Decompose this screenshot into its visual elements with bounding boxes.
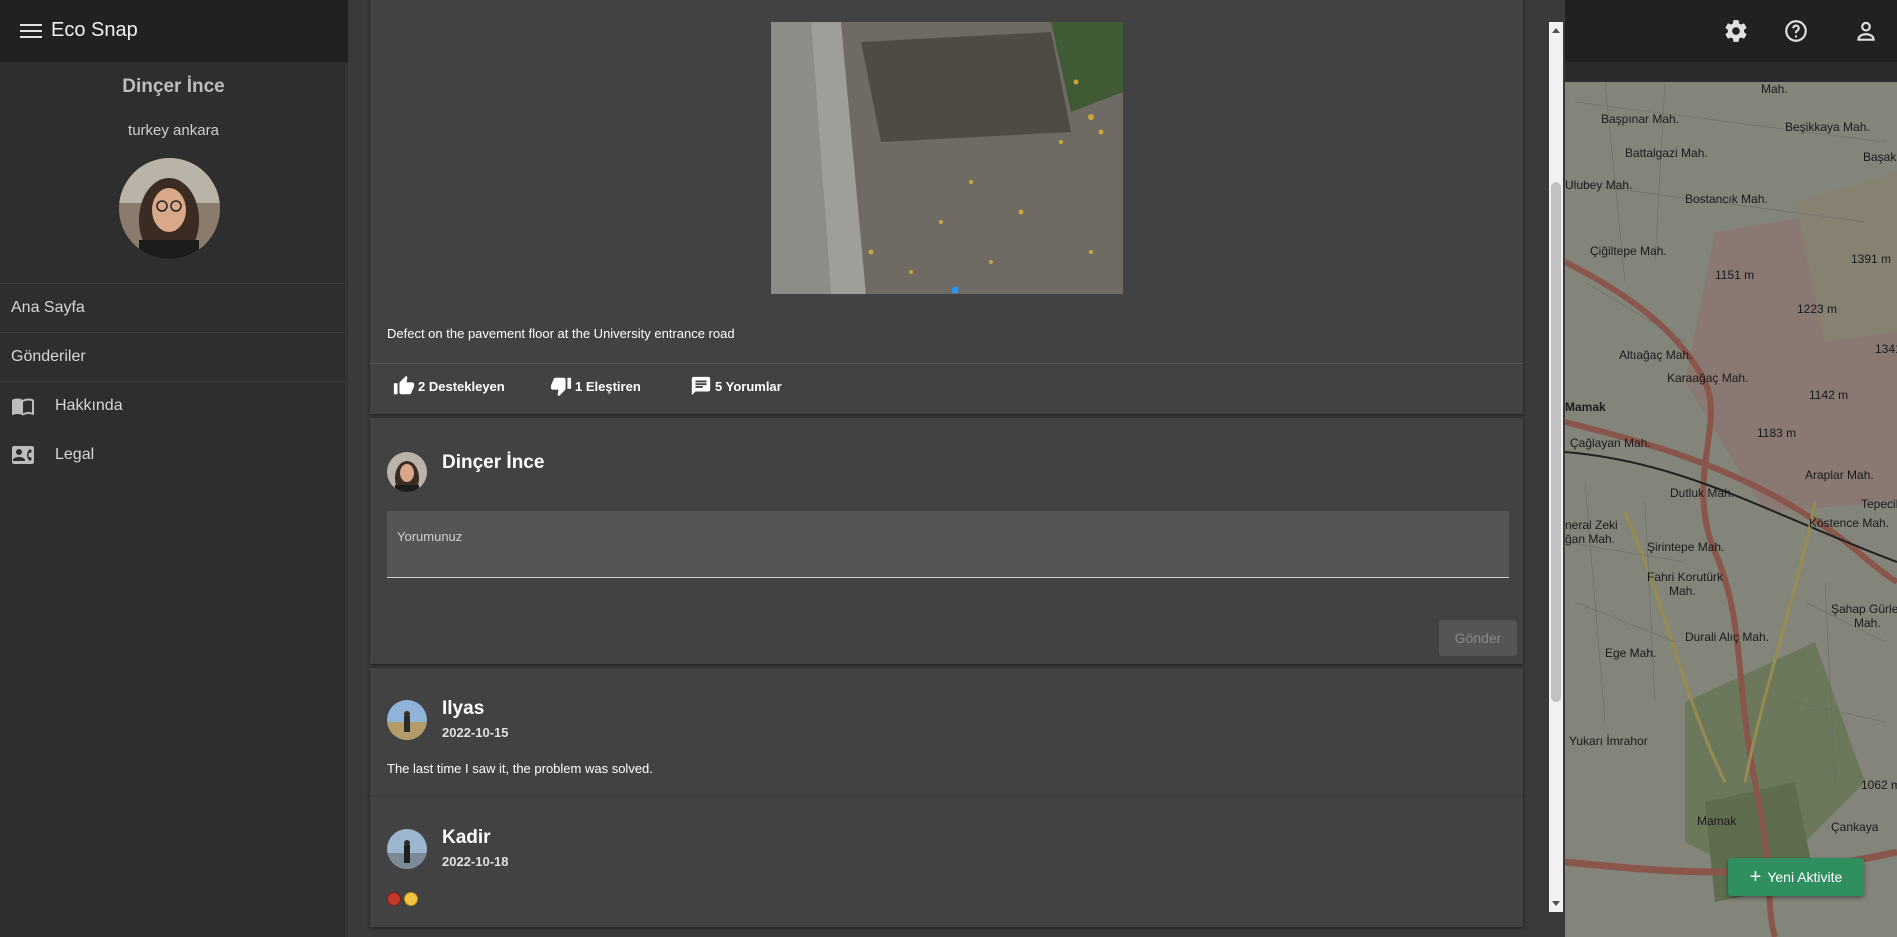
thumbs-down-icon [550, 377, 572, 397]
sidebar-item-about[interactable]: Hakkında [0, 381, 347, 430]
map-overlay [1565, 82, 1897, 937]
avatar [387, 452, 427, 492]
new-activity-label: Yeni Aktivite [1767, 869, 1843, 885]
profile-avatar [119, 158, 220, 259]
sidebar-item-label: Hakkında [55, 397, 123, 414]
divider [370, 363, 1523, 364]
post-card: Defect on the pavement floor at the Univ… [370, 0, 1523, 414]
plus-icon: + [1749, 865, 1762, 888]
comment-date: 2022-10-18 [442, 854, 509, 869]
account-icon[interactable] [1853, 18, 1879, 44]
comment-item: Ilyas 2022-10-15 The last time I saw it,… [370, 668, 1523, 798]
comment-compose-card: Dinçer İnce Gönder [370, 418, 1523, 664]
angry-face-emoji [387, 891, 401, 906]
compose-user-name: Dinçer İnce [442, 452, 545, 473]
thumbs-up-icon [393, 375, 415, 395]
scroll-down-icon[interactable] [1552, 901, 1560, 906]
criticize-button[interactable]: 1 Eleştiren [550, 371, 641, 401]
map[interactable]: Mah. Başpınar Mah. Beşikkaya Mah. Battal… [1565, 82, 1897, 937]
profile-name: Dinçer İnce [122, 76, 225, 97]
help-icon[interactable] [1783, 18, 1809, 44]
support-count: 2 Destekleyen [418, 378, 505, 394]
dialog-scrollbar[interactable] [1549, 22, 1563, 912]
support-button[interactable]: 2 Destekleyen [393, 371, 505, 401]
comment-text: The last time I saw it, the problem was … [387, 761, 653, 776]
comments-count: 5 Yorumlar [715, 378, 782, 394]
post-description: Defect on the pavement floor at the Univ… [387, 326, 735, 341]
app-title: Eco Snap [51, 19, 138, 41]
avatar [387, 829, 427, 869]
comment-field[interactable] [387, 511, 1509, 578]
frowning-face-emoji [404, 891, 418, 906]
comment-date: 2022-10-15 [442, 725, 509, 740]
scroll-thumb[interactable] [1551, 182, 1561, 702]
scroll-up-icon[interactable] [1552, 28, 1560, 33]
comment-input[interactable] [387, 511, 1509, 577]
comment-item: Kadir 2022-10-18 [370, 797, 1523, 927]
menu-icon[interactable] [20, 20, 42, 42]
sidebar-item-label: Legal [55, 445, 95, 463]
sidebar-item-label: Gönderiler [11, 348, 86, 365]
sidebar-item-legal[interactable]: Legal [0, 430, 347, 479]
settings-icon[interactable] [1723, 18, 1749, 44]
contact-card-icon [12, 445, 34, 464]
comments-button[interactable]: 5 Yorumlar [690, 371, 782, 401]
comment-text [387, 890, 421, 906]
sidebar-item-label: Ana Sayfa [11, 299, 85, 316]
comment-author: Kadir [442, 827, 491, 848]
sidebar-item-home[interactable]: Ana Sayfa [0, 283, 347, 332]
avatar [387, 700, 427, 740]
send-button[interactable]: Gönder [1439, 620, 1517, 656]
post-photo [771, 22, 1123, 294]
new-activity-button[interactable]: + Yeni Aktivite [1728, 858, 1864, 896]
sidebar-item-posts[interactable]: Gönderiler [0, 332, 347, 381]
profile-location: turkey ankara [128, 122, 219, 139]
comment-icon [691, 376, 711, 396]
sidebar: Dinçer İnce turkey ankara Ana Sayfa Gönd… [0, 62, 347, 937]
book-icon [12, 398, 34, 416]
criticize-count: 1 Eleştiren [575, 378, 641, 394]
comment-author: Ilyas [442, 698, 485, 719]
